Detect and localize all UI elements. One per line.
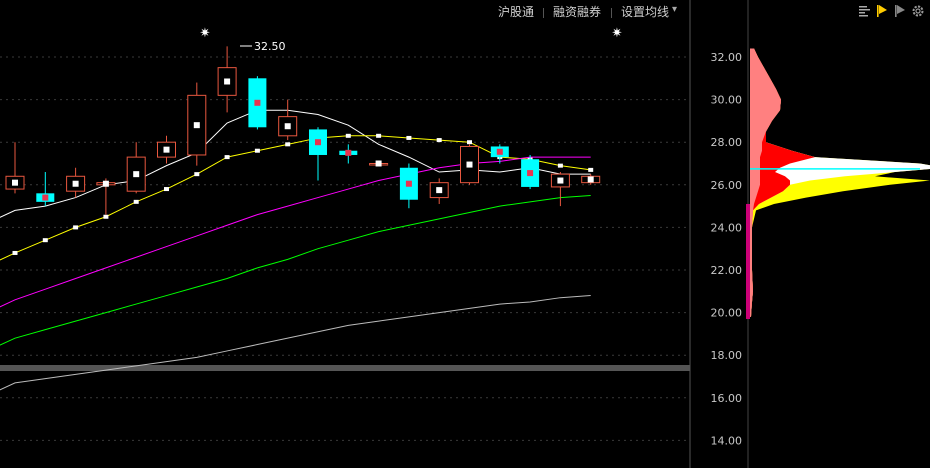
price-tick-label: 20.00 <box>711 307 743 320</box>
ma10-marker <box>133 199 139 204</box>
candle-dot <box>466 161 473 168</box>
candle-dot <box>557 177 564 184</box>
ma10-marker <box>376 133 382 138</box>
ma10-marker <box>285 142 291 147</box>
candle-dot <box>496 148 503 155</box>
candle-dot <box>72 180 79 187</box>
toolbar-separator <box>611 8 612 18</box>
candle-dot <box>436 187 443 194</box>
candle-dot <box>42 194 49 201</box>
candle-dot <box>224 78 231 85</box>
ma10-marker <box>224 155 230 160</box>
ma10-marker <box>12 250 18 255</box>
candle-dot <box>254 99 261 106</box>
ma10-marker <box>467 140 472 145</box>
flag-gray-icon[interactable] <box>893 4 907 18</box>
toolbar-item-margin-trading[interactable]: 融资融券 <box>553 3 601 20</box>
price-tick-label: 24.00 <box>711 221 743 234</box>
ma10-marker <box>73 225 79 230</box>
candle-dot <box>193 122 200 129</box>
price-axis: 32.00 30.00 28.00 26.00 24.00 22.00 20.00 18.00… <box>711 51 743 447</box>
ma10-marker <box>588 167 594 172</box>
candle-dot <box>102 180 109 187</box>
volume-profile <box>746 48 930 319</box>
toolbar-item-set-ma[interactable]: 设置均线 <box>621 3 669 20</box>
candle-dot <box>345 149 352 156</box>
grid-layer <box>0 0 749 468</box>
price-tick-label: 22.00 <box>711 264 743 277</box>
ma10-marker <box>557 163 563 168</box>
star-marker: ✷ <box>200 26 211 41</box>
toolbar-separator <box>543 8 544 18</box>
toolbar-item-hk-connect[interactable]: 沪股通 <box>498 3 534 20</box>
ma60-line <box>0 295 591 391</box>
ma10-marker <box>406 135 412 140</box>
ma10-marker <box>345 133 351 138</box>
high-price-label: 32.50 <box>254 40 286 53</box>
ma30-line <box>0 194 591 346</box>
ma10-marker <box>42 238 48 243</box>
candle-dot <box>284 123 291 130</box>
chevron-down-icon[interactable]: ▾ <box>672 4 677 15</box>
ma10-marker <box>436 138 442 143</box>
price-tick-label: 28.00 <box>711 136 743 149</box>
price-tick-label: 26.00 <box>711 179 743 192</box>
price-tick-label: 16.00 <box>711 392 743 405</box>
ma10-marker <box>194 172 200 177</box>
ma20-line <box>0 156 591 308</box>
flag-yellow-icon[interactable] <box>875 4 889 18</box>
price-tick-label: 14.00 <box>711 434 743 447</box>
ma10-marker <box>254 148 260 153</box>
candle-dot <box>12 179 18 186</box>
bars-icon[interactable] <box>858 4 872 18</box>
ma10-marker <box>103 214 109 219</box>
candle-dot <box>587 176 594 183</box>
candle-dot <box>405 180 412 187</box>
candle-dot <box>133 171 140 178</box>
kline-chart[interactable]: ✷ ✷ 32.50 32.00 30.00 28.00 26.00 24.00 22.00… <box>0 0 930 468</box>
ma10-marker <box>164 187 169 192</box>
price-tick-label: 32.00 <box>711 51 743 64</box>
price-tick-label: 18.00 <box>711 349 743 362</box>
price-tick-label: 30.00 <box>711 94 743 107</box>
candle-dot <box>315 139 321 146</box>
marker-layer: ✷ ✷ 32.50 <box>200 26 623 53</box>
candle-dot <box>163 146 170 153</box>
candle-dot <box>527 170 534 177</box>
star-marker: ✷ <box>612 26 623 41</box>
profile-axis-band <box>746 203 750 319</box>
candle-dot <box>375 160 382 167</box>
gear-icon[interactable] <box>911 4 925 18</box>
kline-chart-window: ✷ ✷ 32.50 32.00 30.00 28.00 26.00 24.00 22.00… <box>0 0 930 468</box>
